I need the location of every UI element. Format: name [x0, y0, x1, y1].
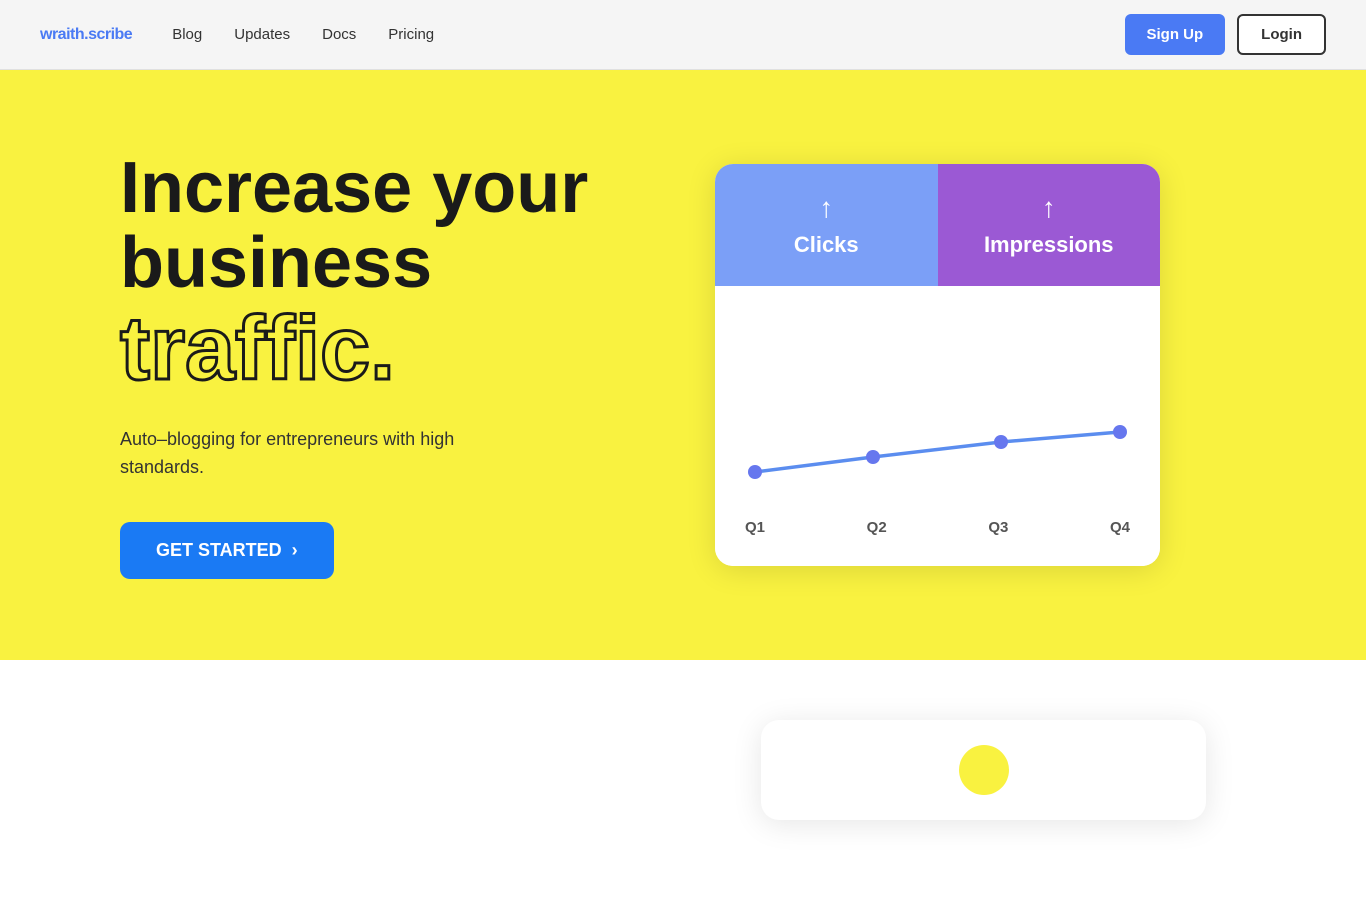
tab-impressions[interactable]: ↑ Impressions [938, 164, 1161, 286]
chart-body: Q1 Q2 Q3 Q4 [715, 286, 1160, 566]
x-label-q2: Q2 [867, 519, 887, 536]
hero-title-line2: business [120, 223, 432, 303]
logo[interactable]: wraith.scribe [40, 26, 132, 44]
logo-text: wraith.scribe [40, 26, 132, 43]
clicks-label: Clicks [794, 232, 859, 258]
chart-svg-area [745, 302, 1130, 507]
chart-card: ↑ Clicks ↑ Impressions [715, 164, 1160, 566]
hero-subtitle: Auto–blogging for entrepreneurs with hig… [120, 425, 500, 483]
second-card-icon [959, 745, 1009, 795]
below-hero-section [0, 660, 1366, 900]
dot-q2 [866, 450, 880, 464]
clicks-arrow-icon: ↑ [819, 192, 833, 224]
chevron-right-icon: › [292, 540, 298, 561]
tab-clicks[interactable]: ↑ Clicks [715, 164, 938, 286]
nav-left: wraith.scribe Blog Updates Docs Pricing [40, 26, 434, 44]
nav-links: Blog Updates Docs Pricing [172, 26, 434, 44]
get-started-button[interactable]: GET STARTED › [120, 522, 334, 579]
nav-link-blog[interactable]: Blog [172, 26, 202, 43]
second-card [761, 720, 1206, 820]
hero-section: Increase your business traffic. Auto–blo… [0, 70, 1366, 660]
nav-link-updates[interactable]: Updates [234, 26, 290, 43]
hero-title: Increase your business traffic. [120, 151, 700, 397]
impressions-label: Impressions [984, 232, 1114, 258]
dot-q3 [994, 435, 1008, 449]
get-started-label: GET STARTED [156, 540, 282, 561]
nav-link-docs[interactable]: Docs [322, 26, 356, 43]
x-label-q1: Q1 [745, 519, 765, 536]
dot-q4 [1113, 425, 1127, 439]
hero-right: ↑ Clicks ↑ Impressions [700, 164, 1160, 566]
nav-right: Sign Up Login [1125, 14, 1327, 55]
login-button[interactable]: Login [1237, 14, 1326, 55]
line-chart [745, 302, 1130, 502]
hero-title-line1: Increase your [120, 148, 588, 228]
chart-tabs: ↑ Clicks ↑ Impressions [715, 164, 1160, 286]
nav-link-pricing[interactable]: Pricing [388, 26, 434, 43]
navbar: wraith.scribe Blog Updates Docs Pricing … [0, 0, 1366, 70]
signup-button[interactable]: Sign Up [1125, 14, 1226, 55]
hero-left: Increase your business traffic. Auto–blo… [120, 151, 700, 579]
hero-title-line3: traffic. [120, 302, 700, 397]
second-card-wrapper [80, 720, 1286, 840]
x-label-q3: Q3 [988, 519, 1008, 536]
x-label-q4: Q4 [1110, 519, 1130, 536]
chart-x-axis: Q1 Q2 Q3 Q4 [745, 507, 1130, 536]
dot-q1 [748, 465, 762, 479]
impressions-arrow-icon: ↑ [1042, 192, 1056, 224]
